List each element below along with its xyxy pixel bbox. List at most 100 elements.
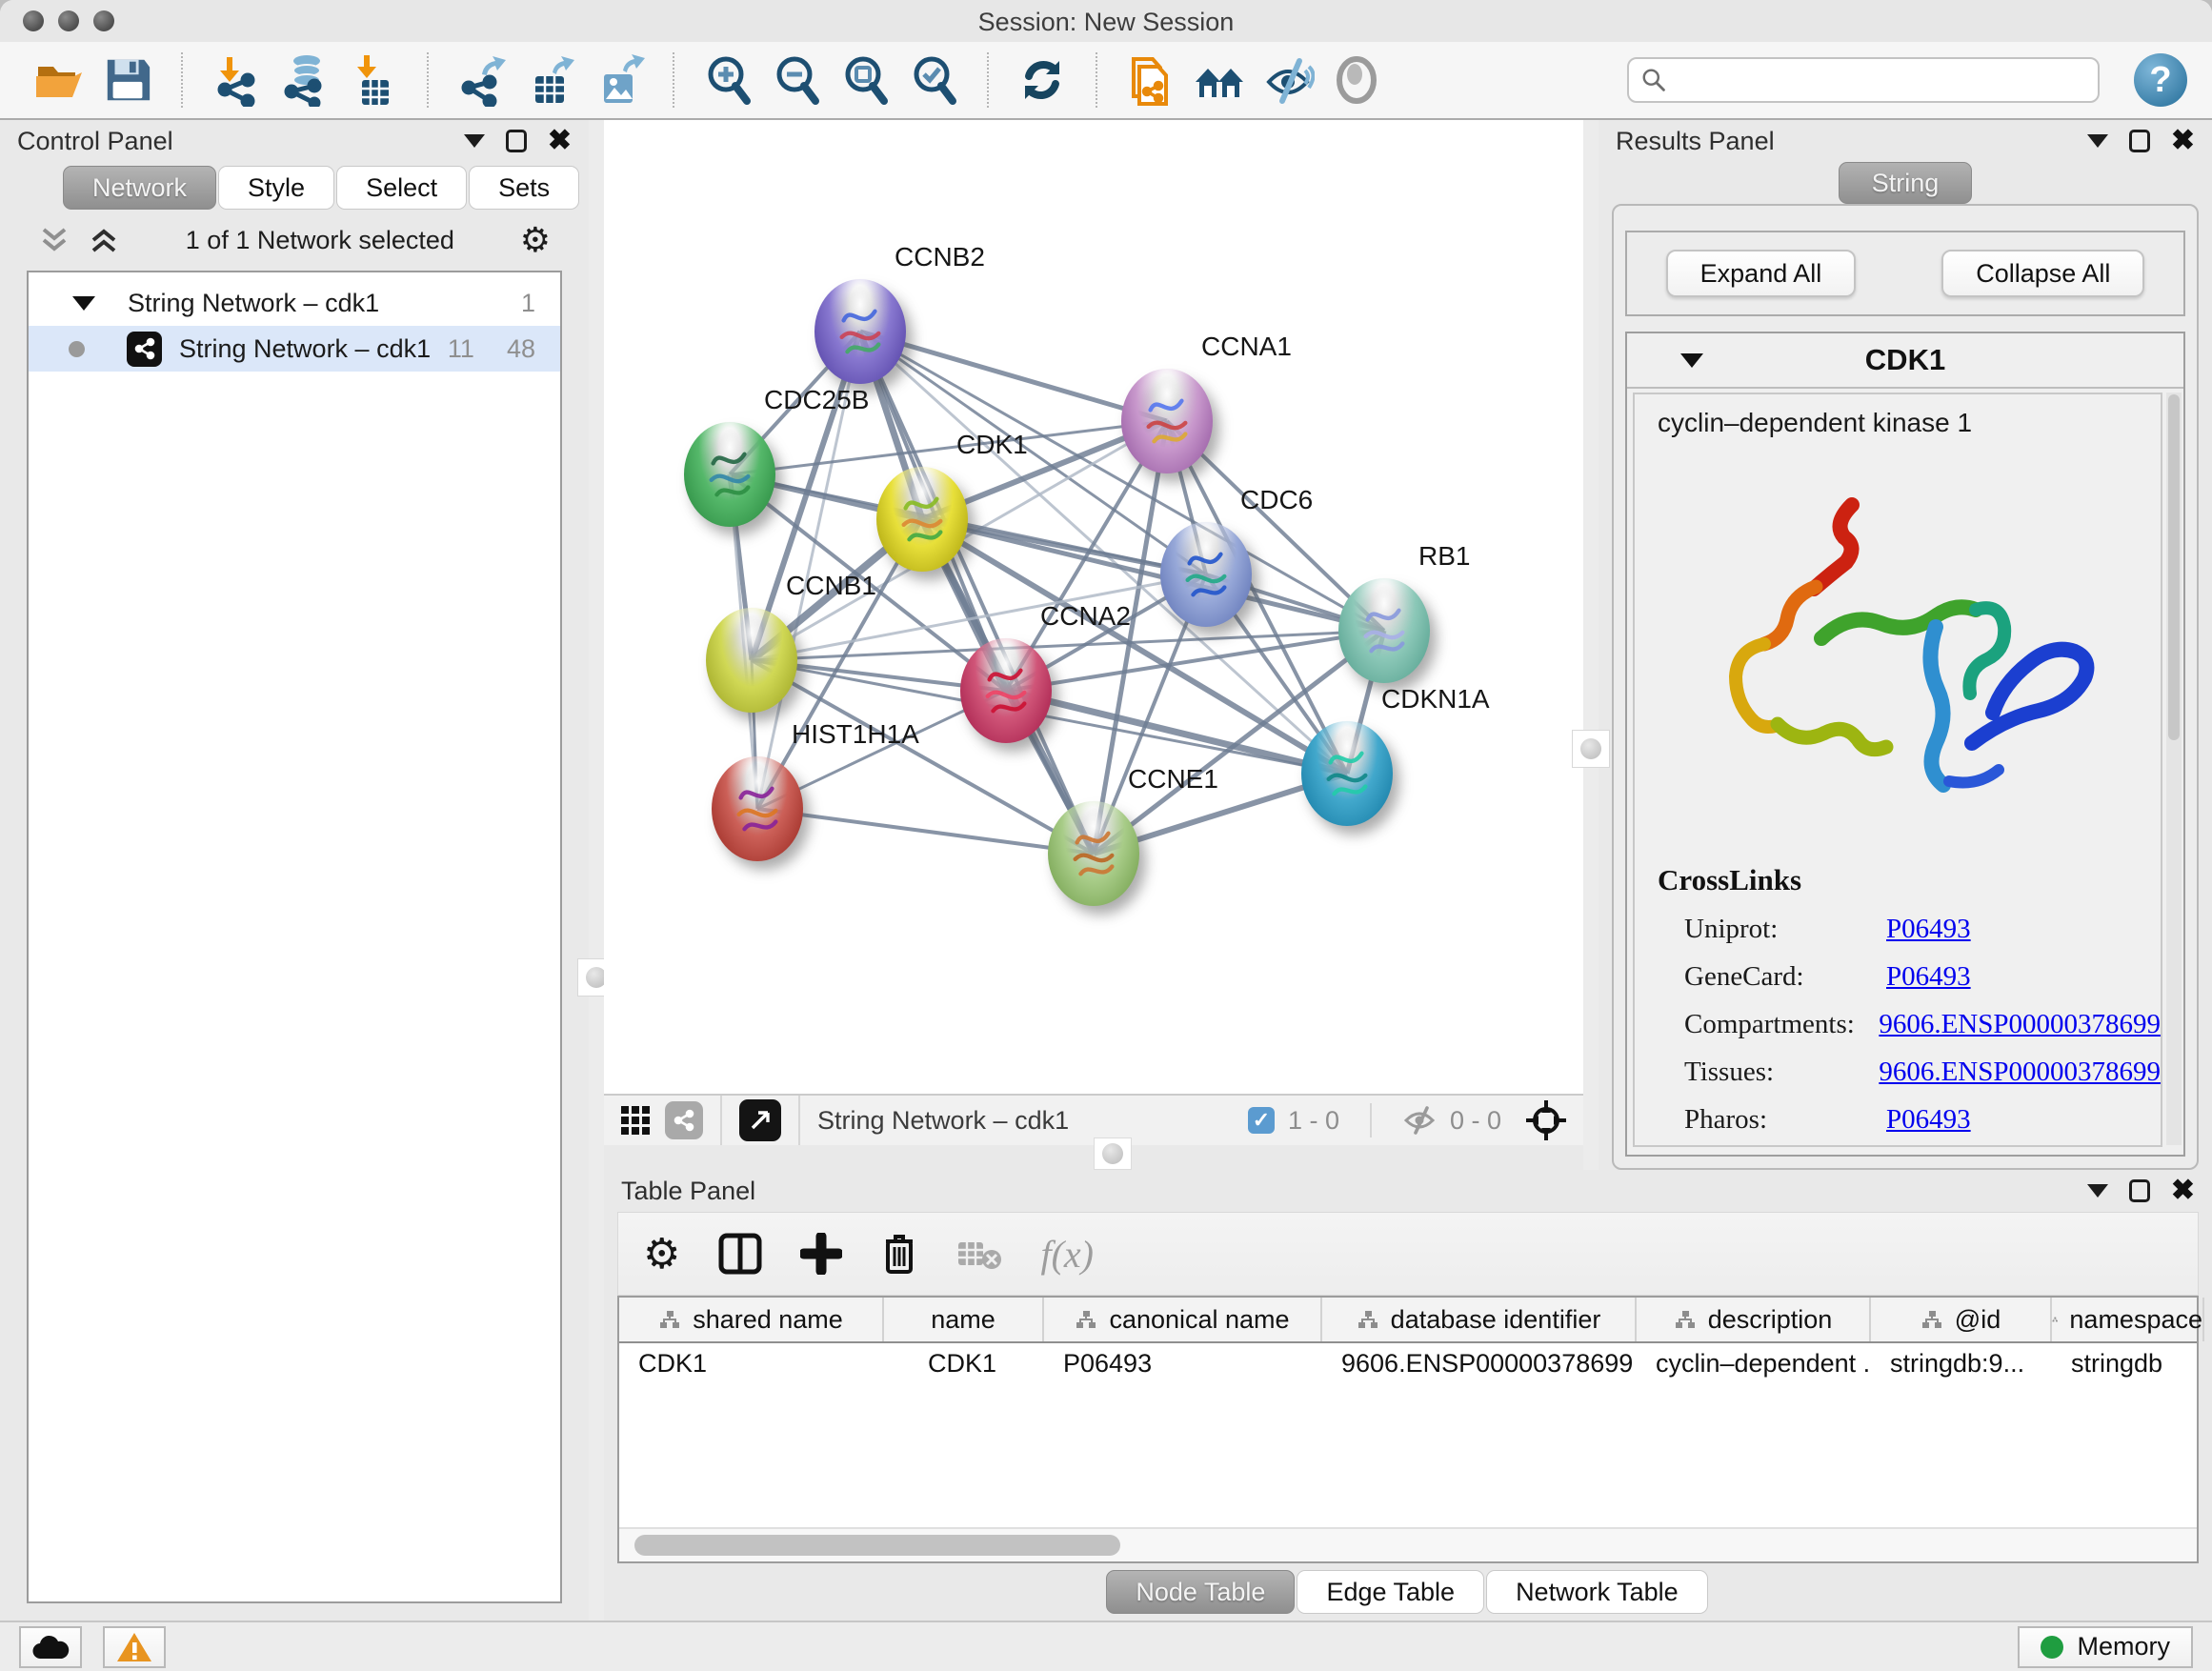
grid-view-icon[interactable] [619,1104,652,1137]
import-network-file-button[interactable] [208,51,265,109]
delete-column-icon[interactable] [880,1232,918,1276]
export-network-button[interactable] [453,51,511,109]
save-session-button[interactable] [99,51,156,109]
node-structure-image [730,775,785,842]
column-header-@id[interactable]: @id [1871,1298,2052,1341]
left-splitter[interactable] [589,120,604,1621]
node-CDK1[interactable] [876,467,968,572]
collection-expand-icon[interactable] [72,296,95,311]
node-CCNB1[interactable] [706,608,797,713]
memory-button[interactable]: Memory [2018,1626,2193,1668]
search-input[interactable] [1667,66,2086,95]
table-horizontal-scrollbar[interactable] [619,1527,2197,1561]
table-row[interactable]: CDK1CDK1P064939606.ENSP00000378699cyclin… [619,1343,2197,1389]
export-table-button[interactable] [522,51,579,109]
expand-all-button[interactable]: Expand All [1666,250,1857,297]
node-HIST1H1A[interactable] [712,756,803,861]
zoom-fit-button[interactable] [836,51,894,109]
column-header-namespace[interactable]: namespace [2052,1298,2204,1341]
show-graphics-button[interactable] [1328,51,1385,109]
tab-edge-table[interactable]: Edge Table [1297,1570,1484,1614]
node-RB1[interactable] [1338,578,1430,683]
detach-view-icon[interactable] [739,1099,781,1141]
zoom-selected-button[interactable] [905,51,962,109]
network-options-gear-icon[interactable]: ⚙ [520,220,551,260]
horizontal-splitter[interactable] [604,1145,1583,1170]
tab-sets[interactable]: Sets [469,166,579,210]
crosslink-link[interactable]: 9606.ENSP00000378699 [1879,1057,2161,1088]
import-table-button[interactable] [345,51,402,109]
refresh-layout-button[interactable] [1014,51,1071,109]
cell-database-identifier[interactable]: 9606.ENSP00000378699 [1322,1343,1637,1389]
show-columns-icon[interactable] [718,1233,762,1275]
crosslink-link[interactable]: P06493 [1886,914,1971,945]
column-header-description[interactable]: description [1637,1298,1871,1341]
crosslink-link[interactable]: 9606.ENSP00000378699 [1879,1009,2161,1040]
selected-checkbox-icon[interactable]: ✓ [1248,1107,1275,1134]
tab-style[interactable]: Style [218,166,334,210]
cell-name[interactable]: CDK1 [884,1343,1044,1389]
birds-eye-toggle-icon[interactable] [1524,1098,1568,1142]
panel-collapse-icon[interactable] [464,134,485,148]
column-header-shared-name[interactable]: shared name [619,1298,884,1341]
collapse-all-button[interactable]: Collapse All [1941,250,2144,297]
import-network-database-button[interactable] [276,51,333,109]
panel-collapse-icon[interactable] [2087,134,2108,148]
panel-float-icon[interactable] [506,130,527,152]
column-header-database-identifier[interactable]: database identifier [1322,1298,1637,1341]
panel-close-icon[interactable]: ✖ [2171,1177,2195,1205]
collapse-all-icon[interactable] [38,226,70,254]
node-CCNB2[interactable] [814,279,906,384]
cloud-button[interactable] [19,1626,82,1668]
export-image-button[interactable] [591,51,648,109]
tab-network-table[interactable]: Network Table [1486,1570,1708,1614]
cell-shared-name[interactable]: CDK1 [619,1343,884,1389]
node-CDC6[interactable] [1160,522,1252,627]
table-options-gear-icon[interactable]: ⚙ [643,1230,680,1278]
network-row-selected[interactable]: String Network – cdk1 11 48 [29,326,560,372]
cell-namespace[interactable]: stringdb [2052,1343,2204,1389]
panel-float-icon[interactable] [2129,1179,2150,1202]
open-session-button[interactable] [30,51,88,109]
network-badge-icon[interactable] [665,1101,703,1139]
tab-network[interactable]: Network [63,166,216,210]
cell-description[interactable]: cyclin–dependent ... [1637,1343,1871,1389]
network-collection-row[interactable]: String Network – cdk1 1 [29,280,560,326]
tab-select[interactable]: Select [336,166,467,210]
search-field[interactable] [1627,57,2100,103]
node-CDC25B[interactable] [684,422,775,527]
column-header-canonical-name[interactable]: canonical name [1044,1298,1322,1341]
network-canvas[interactable]: CCNB2CCNA1CDC25BCDK1CDC6RB1CCNB1CCNA2CDK… [604,120,1583,1094]
string-import-button[interactable] [1122,51,1179,109]
protein-collapse-icon[interactable] [1680,353,1703,368]
node-CCNE1[interactable] [1048,801,1139,906]
cell-@id[interactable]: stringdb:9... [1871,1343,2052,1389]
crosslink-link[interactable]: P06493 [1886,961,1971,993]
panel-close-icon[interactable]: ✖ [2171,127,2195,155]
tab-string[interactable]: String [1839,162,1973,204]
expand-all-icon[interactable] [88,226,120,254]
results-scrollbar[interactable] [2166,393,2182,1145]
node-CCNA2[interactable] [960,638,1052,743]
panel-close-icon[interactable]: ✖ [548,127,572,155]
network-type-icon [127,332,162,367]
panel-collapse-icon[interactable] [2087,1184,2108,1198]
zoom-in-button[interactable] [699,51,756,109]
help-button[interactable]: ? [2134,53,2187,107]
node-CCNA1[interactable] [1121,369,1213,473]
cell-canonical-name[interactable]: P06493 [1044,1343,1322,1389]
warnings-button[interactable] [103,1626,166,1668]
tab-node-table[interactable]: Node Table [1106,1570,1295,1614]
crosslink-link[interactable]: P06493 [1886,1104,1971,1136]
edge-HIST1H1A-CCNE1[interactable] [757,809,1094,854]
column-header-name[interactable]: name [884,1298,1044,1341]
string-home-button[interactable] [1191,51,1248,109]
panel-float-icon[interactable] [2129,130,2150,152]
edge-CCNB2-CCNE1[interactable] [860,332,1094,854]
right-splitter[interactable] [1583,120,1599,1170]
zoom-out-button[interactable] [768,51,825,109]
edge-CCNB2-CCNA1[interactable] [860,332,1167,421]
node-CDKN1A[interactable] [1301,721,1393,826]
enable-glass-button[interactable] [1259,51,1317,109]
add-column-icon[interactable] [800,1233,842,1275]
